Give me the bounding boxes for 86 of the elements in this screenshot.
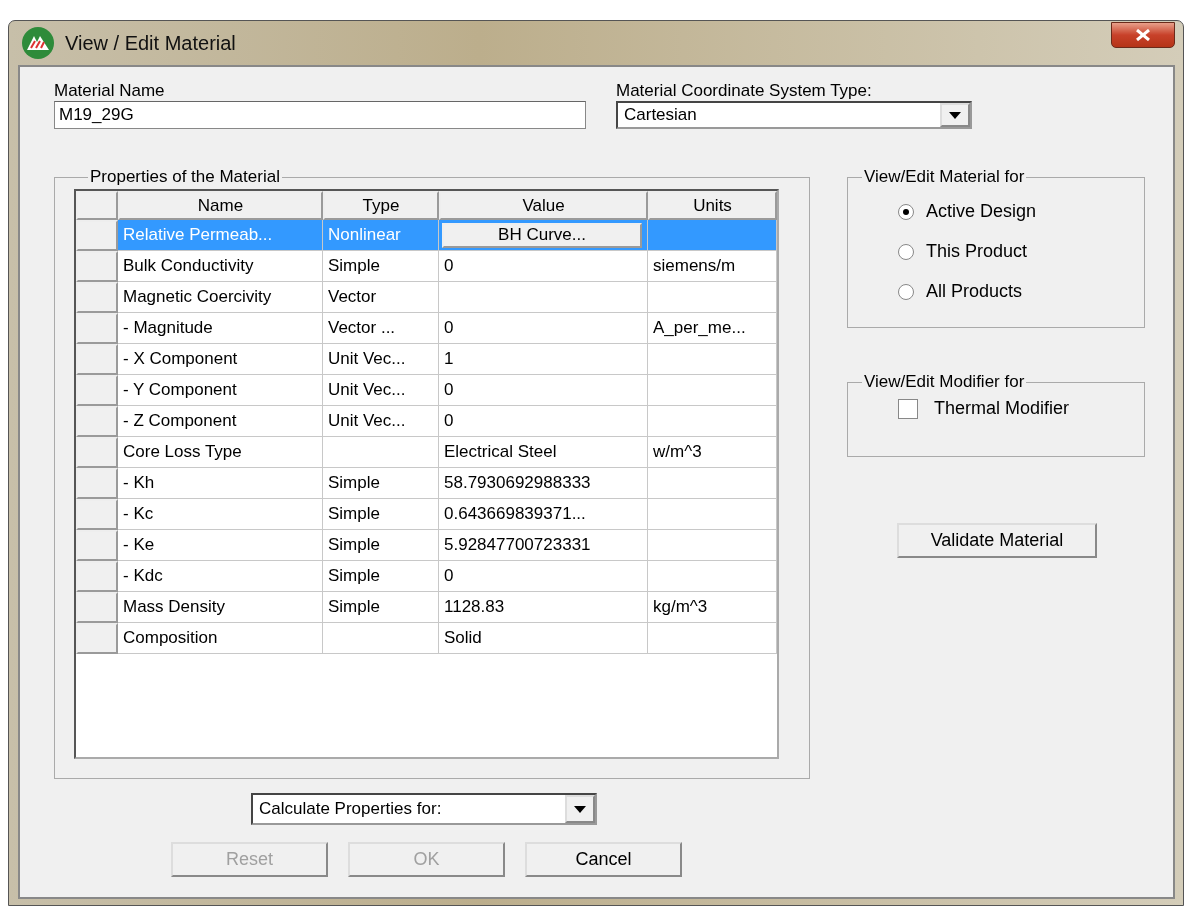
table-cell: 0 (439, 251, 648, 282)
table-cell: Vector (323, 282, 439, 313)
table-cell: 0 (439, 375, 648, 406)
table-cell: Composition (118, 623, 323, 654)
table-cell: Relative Permeab... (118, 220, 323, 251)
dropdown-arrow-icon (949, 111, 961, 119)
table-cell: Magnetic Coercivity (118, 282, 323, 313)
table-cell: Unit Vec... (323, 344, 439, 375)
option-label: All Products (926, 281, 1023, 302)
table-cell: Mass Density (118, 592, 323, 623)
table-cell: Simple (323, 251, 439, 282)
close-button[interactable] (1111, 22, 1175, 48)
row-header[interactable] (76, 468, 118, 499)
field-label: Material Name (54, 81, 166, 101)
validate-material-button[interactable]: Validate Material (897, 523, 1097, 558)
table-cell: - Magnitude (118, 313, 323, 344)
table-cell: 0 (439, 406, 648, 437)
radio-button[interactable] (898, 203, 914, 220)
table-cell: w/m^3 (648, 437, 777, 468)
table-cell: A_per_me... (648, 313, 777, 344)
dialog-button[interactable]: Cancel (525, 842, 682, 877)
table-cell: Simple (323, 468, 439, 499)
app-logo-icon (21, 26, 55, 60)
column-header[interactable]: Value (439, 191, 648, 220)
table-cell: Simple (323, 499, 439, 530)
field-label: Material Coordinate System Type: (616, 81, 873, 101)
row-header[interactable] (76, 561, 118, 592)
table-cell: - Z Component (118, 406, 323, 437)
row-header[interactable] (76, 499, 118, 530)
table-cell: - Ke (118, 530, 323, 561)
table-cell: Simple (323, 530, 439, 561)
column-header[interactable]: Type (323, 191, 439, 220)
table-cell: 5.92847700723331 (439, 530, 648, 561)
table-cell: Core Loss Type (118, 437, 323, 468)
column-header[interactable]: Name (118, 191, 323, 220)
bh-curve-button[interactable]: BH Curve... (442, 222, 642, 248)
material-name-field[interactable]: M19_29G (54, 101, 586, 129)
row-header[interactable] (76, 375, 118, 406)
table-cell: Nonlinear (323, 220, 439, 251)
table-cell: Simple (323, 561, 439, 592)
table-cell: Solid (439, 623, 648, 654)
group-title: Properties of the Material (89, 167, 281, 187)
table-cell: 58.7930692988333 (439, 468, 648, 499)
row-header[interactable] (76, 437, 118, 468)
row-header[interactable] (76, 282, 118, 313)
row-header[interactable] (76, 344, 118, 375)
window-title: View / Edit Material (65, 31, 237, 55)
table-cell: Simple (323, 592, 439, 623)
table-cell: Electrical Steel (439, 437, 648, 468)
row-header[interactable] (76, 623, 118, 654)
table-cell: Unit Vec... (323, 375, 439, 406)
table-cell: Unit Vec... (323, 406, 439, 437)
row-header[interactable] (76, 592, 118, 623)
row-header[interactable] (76, 251, 118, 282)
table-cell: 1 (439, 344, 648, 375)
table-cell: - Kdc (118, 561, 323, 592)
table-cell: 1128.83 (439, 592, 648, 623)
table-cell: 0.643669839371... (439, 499, 648, 530)
radio-button[interactable] (898, 243, 914, 260)
close-icon (1135, 29, 1151, 41)
table-cell: - Y Component (118, 375, 323, 406)
coordinate-system-dropdown[interactable]: Cartesian (616, 101, 972, 129)
option-label: Thermal Modifier (934, 398, 1070, 419)
radio-button[interactable] (898, 283, 914, 300)
row-header[interactable] (76, 406, 118, 437)
table-cell: - X Component (118, 344, 323, 375)
option-label: Active Design (926, 201, 1037, 222)
group-title: View/Edit Modifier for (863, 372, 1026, 392)
row-header[interactable] (76, 220, 118, 251)
table-cell: siemens/m (648, 251, 777, 282)
table-cell: 0 (439, 561, 648, 592)
table-cell: Vector ... (323, 313, 439, 344)
group-title: View/Edit Material for (863, 167, 1026, 187)
table-cell: Bulk Conductivity (118, 251, 323, 282)
checkbox[interactable] (898, 398, 918, 419)
corner-header[interactable] (76, 191, 118, 220)
option-label: This Product (926, 241, 1028, 262)
table-cell: - Kh (118, 468, 323, 499)
table-cell: - Kc (118, 499, 323, 530)
row-header[interactable] (76, 530, 118, 561)
calculate-properties-dropdown[interactable]: Calculate Properties for: (251, 793, 597, 825)
table-cell: 0 (439, 313, 648, 344)
row-header[interactable] (76, 313, 118, 344)
table-cell: kg/m^3 (648, 592, 777, 623)
column-header[interactable]: Units (648, 191, 777, 220)
dropdown-arrow-icon (574, 805, 586, 813)
